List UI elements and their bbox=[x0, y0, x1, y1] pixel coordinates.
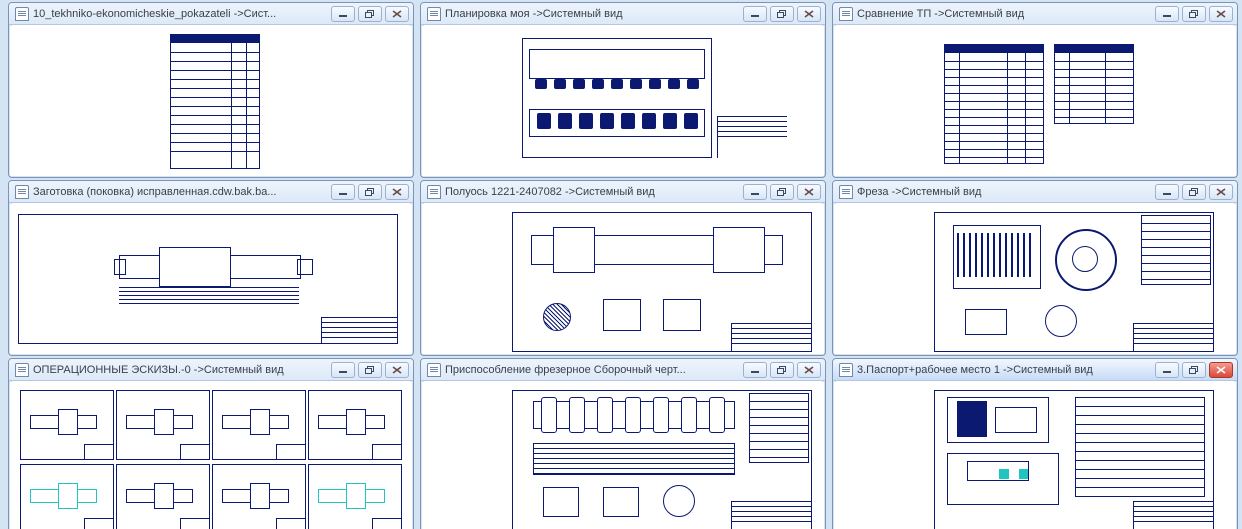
window-title: Планировка моя ->Системный вид bbox=[445, 8, 739, 20]
close-button[interactable] bbox=[385, 184, 409, 200]
document-icon bbox=[839, 7, 853, 21]
close-button[interactable] bbox=[1209, 6, 1233, 22]
window-buttons bbox=[1155, 184, 1233, 200]
drawing-canvas[interactable] bbox=[10, 26, 412, 176]
drawing-canvas[interactable] bbox=[10, 204, 412, 354]
restore-button[interactable] bbox=[1182, 184, 1206, 200]
window-buttons bbox=[331, 6, 409, 22]
mdi-window[interactable]: Сравнение ТП ->Системный вид bbox=[832, 2, 1238, 178]
minimize-button[interactable] bbox=[331, 184, 355, 200]
restore-button[interactable] bbox=[770, 184, 794, 200]
document-icon bbox=[15, 363, 29, 377]
mdi-window[interactable]: Приспособление фрезерное Сборочный черт.… bbox=[420, 358, 826, 529]
window-title: ОПЕРАЦИОННЫЕ ЭСКИЗЫ.-0 ->Системный вид bbox=[33, 364, 327, 376]
minimize-button[interactable] bbox=[743, 6, 767, 22]
titlebar[interactable]: Фреза ->Системный вид bbox=[833, 181, 1237, 203]
mdi-window[interactable]: 10_tekhniko-ekonomicheskie_pokazateli ->… bbox=[8, 2, 414, 178]
restore-button[interactable] bbox=[358, 184, 382, 200]
titlebar[interactable]: Приспособление фрезерное Сборочный черт.… bbox=[421, 359, 825, 381]
minimize-button[interactable] bbox=[1155, 184, 1179, 200]
titlebar[interactable]: Полуось 1221-2407082 ->Системный вид bbox=[421, 181, 825, 203]
document-icon bbox=[427, 185, 441, 199]
close-button[interactable] bbox=[797, 362, 821, 378]
restore-button[interactable] bbox=[358, 362, 382, 378]
document-icon bbox=[427, 7, 441, 21]
close-button[interactable] bbox=[385, 362, 409, 378]
window-title: 10_tekhniko-ekonomicheskie_pokazateli ->… bbox=[33, 8, 327, 20]
mdi-window[interactable]: ОПЕРАЦИОННЫЕ ЭСКИЗЫ.-0 ->Системный вид bbox=[8, 358, 414, 529]
document-icon bbox=[839, 363, 853, 377]
window-buttons bbox=[1155, 362, 1233, 378]
window-title: Фреза ->Системный вид bbox=[857, 186, 1151, 198]
window-title: Заготовка (поковка) исправленная.cdw.bak… bbox=[33, 186, 327, 198]
mdi-window[interactable]: Полуось 1221-2407082 ->Системный вид bbox=[420, 180, 826, 356]
drawing-canvas[interactable] bbox=[422, 26, 824, 176]
window-buttons bbox=[1155, 6, 1233, 22]
minimize-button[interactable] bbox=[1155, 6, 1179, 22]
minimize-button[interactable] bbox=[1155, 362, 1179, 378]
titlebar[interactable]: Сравнение ТП ->Системный вид bbox=[833, 3, 1237, 25]
close-button[interactable] bbox=[385, 6, 409, 22]
window-buttons bbox=[331, 184, 409, 200]
minimize-button[interactable] bbox=[743, 362, 767, 378]
window-title: Сравнение ТП ->Системный вид bbox=[857, 8, 1151, 20]
drawing-canvas[interactable] bbox=[422, 382, 824, 529]
close-button[interactable] bbox=[1209, 184, 1233, 200]
titlebar[interactable]: Заготовка (поковка) исправленная.cdw.bak… bbox=[9, 181, 413, 203]
titlebar[interactable]: Планировка моя ->Системный вид bbox=[421, 3, 825, 25]
restore-button[interactable] bbox=[358, 6, 382, 22]
drawing-canvas[interactable] bbox=[834, 204, 1236, 354]
document-icon bbox=[839, 185, 853, 199]
minimize-button[interactable] bbox=[743, 184, 767, 200]
mdi-window[interactable]: Заготовка (поковка) исправленная.cdw.bak… bbox=[8, 180, 414, 356]
minimize-button[interactable] bbox=[331, 362, 355, 378]
drawing-canvas[interactable] bbox=[834, 26, 1236, 176]
titlebar[interactable]: 3.Паспорт+рабочее место 1 ->Системный ви… bbox=[833, 359, 1237, 381]
minimize-button[interactable] bbox=[331, 6, 355, 22]
restore-button[interactable] bbox=[1182, 6, 1206, 22]
document-icon bbox=[15, 7, 29, 21]
restore-button[interactable] bbox=[770, 6, 794, 22]
drawing-canvas[interactable] bbox=[834, 382, 1236, 529]
mdi-window[interactable]: Планировка моя ->Системный вид bbox=[420, 2, 826, 178]
restore-button[interactable] bbox=[1182, 362, 1206, 378]
window-buttons bbox=[743, 184, 821, 200]
window-buttons bbox=[331, 362, 409, 378]
mdi-window[interactable]: 3.Паспорт+рабочее место 1 ->Системный ви… bbox=[832, 358, 1238, 529]
window-title: Приспособление фрезерное Сборочный черт.… bbox=[445, 364, 739, 376]
window-buttons bbox=[743, 362, 821, 378]
window-buttons bbox=[743, 6, 821, 22]
window-title: Полуось 1221-2407082 ->Системный вид bbox=[445, 186, 739, 198]
drawing-canvas[interactable] bbox=[422, 204, 824, 354]
drawing-canvas[interactable] bbox=[10, 382, 412, 529]
close-button[interactable] bbox=[797, 6, 821, 22]
mdi-workspace: 10_tekhniko-ekonomicheskie_pokazateli ->… bbox=[0, 0, 1242, 529]
titlebar[interactable]: ОПЕРАЦИОННЫЕ ЭСКИЗЫ.-0 ->Системный вид bbox=[9, 359, 413, 381]
close-button[interactable] bbox=[797, 184, 821, 200]
document-icon bbox=[15, 185, 29, 199]
titlebar[interactable]: 10_tekhniko-ekonomicheskie_pokazateli ->… bbox=[9, 3, 413, 25]
mdi-window[interactable]: Фреза ->Системный вид bbox=[832, 180, 1238, 356]
window-title: 3.Паспорт+рабочее место 1 ->Системный ви… bbox=[857, 364, 1151, 376]
restore-button[interactable] bbox=[770, 362, 794, 378]
close-button[interactable] bbox=[1209, 362, 1233, 378]
document-icon bbox=[427, 363, 441, 377]
